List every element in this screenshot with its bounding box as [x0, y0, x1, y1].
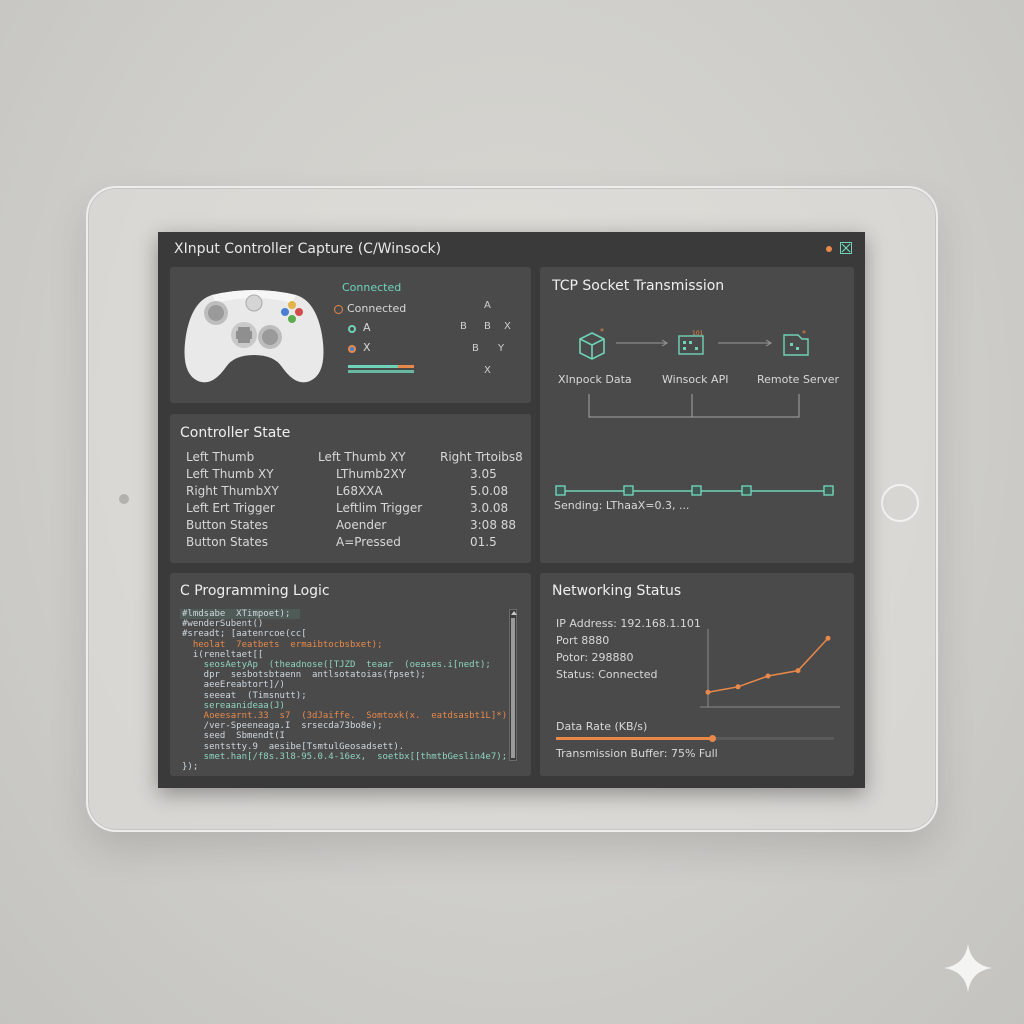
- state-cell-r0-c2: Right Trtoibs8: [440, 450, 523, 464]
- transmission-buffer-knob: [708, 735, 716, 742]
- gamepad-icon: [184, 290, 324, 383]
- code-line: aeeEreabtort]/): [182, 680, 285, 691]
- cube-icon: *: [579, 327, 605, 360]
- code-line: seeeat (Timsnutt);: [182, 690, 307, 701]
- face-button-lower-left: B: [472, 343, 479, 354]
- data-rate-chart: [700, 629, 840, 708]
- state-cell-r1-c0: Left Thumb XY: [186, 467, 274, 481]
- state-cell-r5-c1: A=Pressed: [336, 535, 401, 549]
- packet-stream: [555, 485, 834, 496]
- state-cell-r1-c1: LThumb2XY: [336, 467, 407, 481]
- code-line: #sreadt; [aatenrcoe(cc[: [182, 629, 307, 640]
- code-line: #wenderSubent(): [182, 619, 264, 630]
- transmission-buffer-text: Transmission Buffer: 75% Full: [556, 747, 718, 760]
- button-x-indicator-icon: [348, 345, 356, 353]
- state-cell-r3-c1: Leftlim Trigger: [336, 501, 423, 515]
- code-editor[interactable]: #lmdsabe XTimpoet); #wenderSubent() #sread…: [180, 609, 508, 771]
- state-cell-r4-c0: Button States: [186, 518, 269, 532]
- state-cell-r0-c1: Left Thumb XY: [318, 450, 406, 464]
- node-label-xinput: XInpock Data: [558, 373, 632, 386]
- status-line: Connected: [347, 302, 407, 315]
- code-scrollbar[interactable]: [509, 609, 517, 761]
- state-cell-r4-c2: 3:08 88: [470, 518, 517, 532]
- ip-address: IP Address: 192.168.1.101: [556, 617, 701, 630]
- code-line: dpr sesbotsbtaenn antlsotatoias(fpset);: [182, 670, 426, 681]
- state-cell-r2-c1: L68XXA: [336, 484, 383, 498]
- data-rate-label: Data Rate (KB/s): [556, 720, 648, 733]
- status-heading: Connected: [342, 281, 402, 294]
- state-cell-r5-c2: 01.5: [470, 535, 497, 549]
- tcp-title: TCP Socket Transmission: [552, 278, 725, 294]
- state-cell-r3-c0: Left Ert Trigger: [186, 501, 275, 515]
- connection-status: Status: Connected: [556, 668, 658, 681]
- remote-server-icon: *: [783, 329, 809, 356]
- face-button-bottom: X: [484, 365, 491, 376]
- flow-arrows: [616, 339, 772, 347]
- status-dot-icon: [826, 246, 832, 252]
- code-line: });: [182, 762, 199, 771]
- scrollbar-thumb[interactable]: [511, 618, 515, 758]
- state-cell-r2-c0: Right ThumbXY: [186, 484, 279, 498]
- rate-point-4: [825, 635, 831, 641]
- tablet-home-button[interactable]: [881, 484, 919, 522]
- face-button-lower-right: Y: [498, 343, 505, 354]
- code-line: #lmdsabe XTimpoet);: [182, 609, 291, 619]
- rate-series-line: [707, 637, 829, 693]
- button-x-label: X: [363, 341, 371, 354]
- code-line: Aoeesarnt.33 s7 (3dJaiffe. Somtoxk(x. ea…: [182, 711, 508, 721]
- status-ring-icon: [334, 305, 343, 314]
- potor: Potor: 298880: [556, 651, 634, 664]
- controller-state-title: Controller State: [180, 425, 291, 441]
- state-cell-r0-c0: Left Thumb: [186, 450, 255, 464]
- scrollbar-up-arrow-icon[interactable]: [511, 611, 517, 615]
- code-title: C Programming Logic: [180, 583, 330, 599]
- state-cell-r5-c0: Button States: [186, 535, 269, 549]
- tcp-panel: TCP Socket Transmission * 101 * XInpock …: [540, 267, 854, 563]
- code-panel: C Programming Logic #lmdsabe XTimpoet); #…: [170, 573, 531, 776]
- face-button-center: B: [484, 321, 491, 332]
- connector-bracket: [588, 394, 800, 418]
- title-bar: XInput Controller Capture (C/Winsock): [158, 232, 865, 266]
- face-button-right: X: [504, 321, 511, 332]
- state-cell-r3-c2: 3.0.08: [470, 501, 509, 515]
- face-button-top: A: [484, 300, 491, 311]
- code-line: heolat 7eatbets ermaibtocbsbxet);: [182, 639, 383, 650]
- rate-point-0: [705, 689, 711, 695]
- button-a-indicator-icon: [348, 325, 356, 333]
- code-line: smet.han[/f8s.3l8-95.0.4-16ex, soetbx[[t…: [182, 751, 508, 762]
- rate-point-3: [795, 668, 801, 674]
- state-cell-r4-c1: Aoender: [336, 518, 387, 532]
- rate-point-1: [735, 684, 741, 690]
- window-title: XInput Controller Capture (C/Winsock): [174, 241, 442, 257]
- button-a-label: A: [363, 321, 371, 334]
- sending-status: Sending: LThaaX=0.3, ...: [554, 499, 690, 512]
- svg-text:101: 101: [692, 330, 704, 337]
- face-button-left: B: [460, 321, 467, 332]
- code-line: sereaanideaa(J): [182, 700, 285, 711]
- code-line: seosAetyAp (theadnose([TJZD teaar (oease…: [182, 660, 491, 670]
- code-line: /ver-Speeneaga.I srsecda73bo8e);: [182, 721, 383, 732]
- tablet-camera: [119, 494, 129, 504]
- state-cell-r2-c2: 5.0.08: [470, 484, 509, 498]
- app-window: XInput Controller Capture (C/Winsock) Co…: [158, 232, 865, 788]
- networking-title: Networking Status: [552, 583, 682, 599]
- code-line: sentstty.9 aesibe[TsmtulGeosadsett).: [182, 741, 405, 752]
- node-label-server: Remote Server: [757, 373, 840, 386]
- transmission-buffer-fill: [556, 737, 712, 740]
- input-level-bar: [348, 365, 414, 373]
- code-line: seed Sbmendt(I: [182, 731, 285, 742]
- node-label-winsock: Winsock API: [662, 373, 729, 386]
- controller-state-panel: Controller State Left Thumb Left Thumb XY…: [170, 414, 531, 563]
- port: Port 8880: [556, 634, 610, 647]
- code-line: i(reneltaet[[: [182, 649, 264, 660]
- svg-text:*: *: [600, 327, 604, 336]
- controller-panel: Connected Connected A X A B B X B Y X: [170, 267, 531, 403]
- networking-panel: Networking Status IP Address: 192.168.1.…: [540, 573, 854, 776]
- sparkle-watermark-icon: [944, 944, 992, 992]
- transmission-buffer-bar: [556, 735, 834, 742]
- state-cell-r1-c2: 3.05: [470, 467, 497, 481]
- svg-text:*: *: [802, 329, 806, 338]
- close-icon[interactable]: [840, 242, 852, 254]
- rate-point-2: [765, 673, 771, 679]
